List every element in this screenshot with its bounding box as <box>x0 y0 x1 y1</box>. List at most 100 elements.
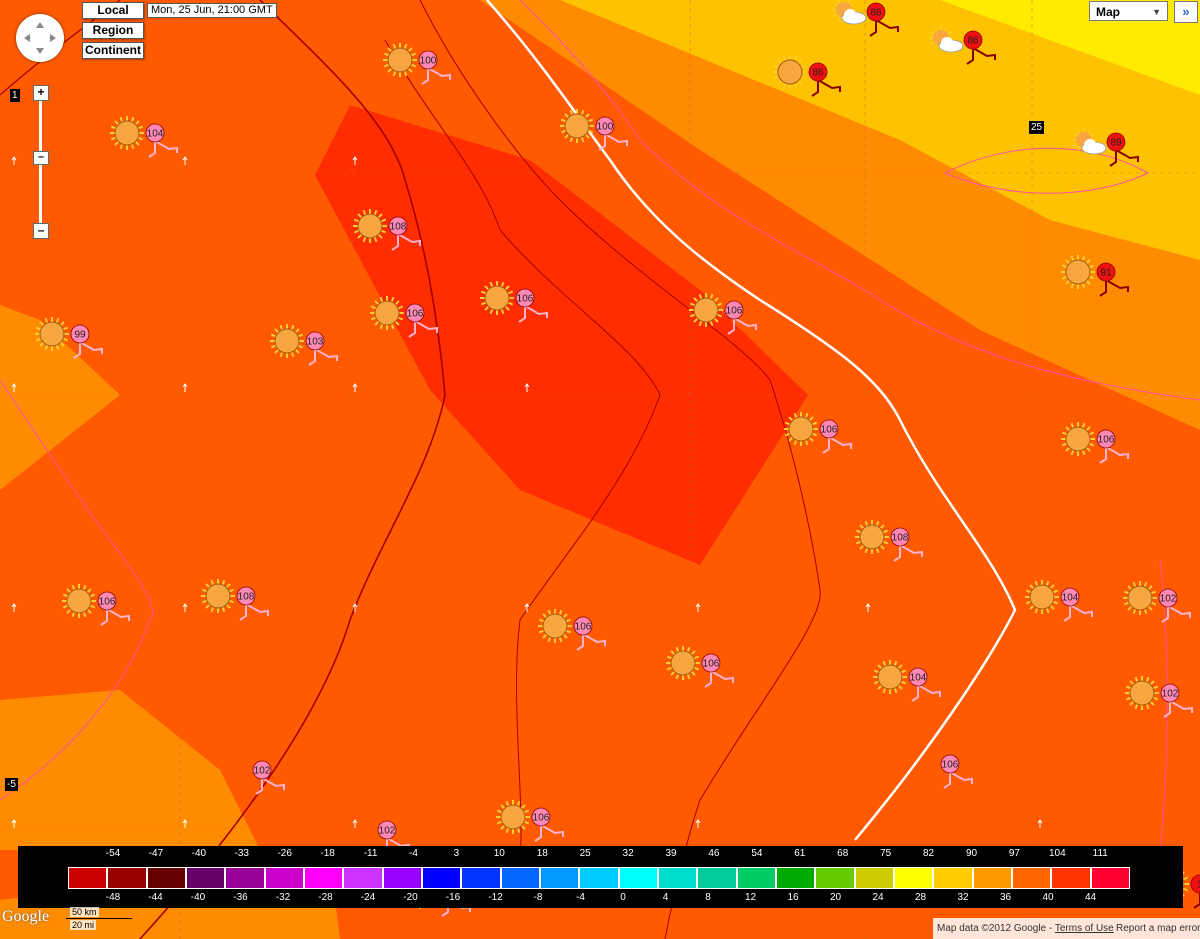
legend-bottom-label: -24 <box>360 892 376 903</box>
legend-top-label: 82 <box>923 848 935 859</box>
temperature-label: 106 <box>99 597 116 608</box>
legend-swatch <box>225 867 265 889</box>
legend-bottom-label: -20 <box>403 892 418 903</box>
map-footer: Map data ©2012 Google - Terms of Use Rep… <box>933 918 1200 939</box>
pan-control[interactable] <box>16 14 64 62</box>
legend-top-label: -40 <box>191 848 207 859</box>
temperature-label: 104 <box>147 129 164 140</box>
legend-top-label: 39 <box>665 848 677 859</box>
terms-of-use-link[interactable]: Terms of Use <box>1055 923 1114 934</box>
weather-map[interactable]: 86868689100100104108106106 10699103911061… <box>0 0 1200 939</box>
legend-bottom-label: 40 <box>1042 892 1054 903</box>
legend-bottom-label: -36 <box>233 892 248 903</box>
temperature-label: 104 <box>1062 593 1079 604</box>
legend-bottom-label: 44 <box>1084 892 1097 903</box>
map-type-label: Map <box>1096 5 1120 19</box>
sun-icon <box>270 324 304 358</box>
contour-label: 25 <box>1029 121 1045 134</box>
temperature-label: 102 <box>1162 689 1179 700</box>
legend-top-label: 111 <box>1092 848 1108 859</box>
sun-icon <box>1123 581 1157 615</box>
legend-bottom-label: -28 <box>318 892 333 903</box>
local-button[interactable]: Local <box>82 2 144 19</box>
legend-top-label: 10 <box>493 848 505 859</box>
map-data-text: Map data ©2012 Google - <box>937 923 1053 934</box>
legend-swatch <box>264 867 304 889</box>
legend-swatch <box>461 867 501 889</box>
legend-swatch <box>933 867 973 889</box>
sun-icon <box>201 579 235 613</box>
legend-swatch <box>618 867 658 889</box>
sun-icon <box>538 609 572 643</box>
temperature-label: 108 <box>892 533 909 544</box>
legend-swatch <box>1012 867 1052 889</box>
google-logo[interactable]: Google <box>2 908 49 926</box>
zoom-slider-handle[interactable]: – <box>33 151 49 165</box>
legend-bottom-label: 28 <box>914 892 927 903</box>
legend-bottom-label: 8 <box>705 892 711 903</box>
zoom-out-button[interactable]: – <box>33 223 49 239</box>
legend-swatch <box>972 867 1012 889</box>
legend-swatch <box>736 867 776 889</box>
continent-button[interactable]: Continent <box>82 42 144 59</box>
scale-bar: 50 km 20 mi <box>66 907 132 932</box>
region-button[interactable]: Region <box>82 22 144 39</box>
legend-swatch <box>304 867 344 889</box>
legend-bottom-label: 24 <box>872 892 884 903</box>
scale-km: 50 km <box>70 907 99 917</box>
temperature-label: 99 <box>74 330 86 341</box>
legend-swatch <box>658 867 698 889</box>
temperature-label: 86 <box>967 36 979 47</box>
legend-bottom-label: 36 <box>999 892 1012 903</box>
legend-swatch <box>146 867 186 889</box>
sun-icon <box>1125 676 1159 710</box>
sun-icon <box>855 520 889 554</box>
report-map-error-link[interactable]: Report a map error <box>1116 918 1200 939</box>
legend-top-label: -4 <box>409 848 418 859</box>
legend-bottom-label: 16 <box>787 892 799 903</box>
legend-swatch <box>697 867 737 889</box>
legend-bottom-label: 4 <box>662 892 669 903</box>
legend-top-label: -54 <box>105 848 121 859</box>
legend-top-label: -11 <box>363 848 378 859</box>
legend-swatch <box>343 867 383 889</box>
legend-top-label: 97 <box>1008 848 1020 859</box>
temperature-label: 106 <box>726 306 743 317</box>
legend-top-label: 25 <box>579 848 591 859</box>
temperature-label: 106 <box>517 294 534 305</box>
sun-icon <box>353 209 387 243</box>
dropdown-arrow-icon: ▼ <box>1152 7 1161 17</box>
legend-top-label: 61 <box>794 848 806 859</box>
legend-bottom-label: -8 <box>533 892 543 903</box>
temperature-label: 103 <box>307 337 324 348</box>
legend-swatch <box>107 867 147 889</box>
legend-bottom-label: 0 <box>620 892 626 903</box>
legend-swatch <box>500 867 540 889</box>
legend-bottom-label: -40 <box>190 892 206 903</box>
temperature-label: 89 <box>1110 138 1122 149</box>
legend-bottom-label: -44 <box>148 892 163 903</box>
contour-label: 1 <box>10 89 20 102</box>
sun-icon <box>480 281 514 315</box>
sun-icon <box>1061 255 1095 289</box>
legend-swatch <box>854 867 894 889</box>
collapse-panel-button[interactable]: » <box>1174 1 1198 23</box>
legend-swatch <box>579 867 619 889</box>
legend-bottom-label: -12 <box>488 892 503 903</box>
contour-label: -5 <box>5 778 18 791</box>
temperature-label: 86 <box>870 8 882 19</box>
sun-icon <box>560 109 594 143</box>
legend-swatch <box>815 867 855 889</box>
pan-arrows-icon <box>24 22 56 54</box>
temperature-label: 86 <box>812 68 824 79</box>
zoom-in-button[interactable]: + <box>33 85 49 101</box>
temperature-label: 106 <box>703 659 720 670</box>
legend-top-label: 54 <box>751 848 763 859</box>
temperature-label: 106 <box>533 813 550 824</box>
color-scale-legend: -54 -47 -40 -33 -26 -18 -11 -4 3 10 18 25 32 39 46 54 61… <box>18 846 1183 908</box>
sun-icon <box>370 296 404 330</box>
temperature-label: 106 <box>407 309 424 320</box>
sun-icon <box>689 293 723 327</box>
map-type-select[interactable]: Map ▼ <box>1089 1 1168 21</box>
temperature-label: 102 <box>379 826 396 837</box>
